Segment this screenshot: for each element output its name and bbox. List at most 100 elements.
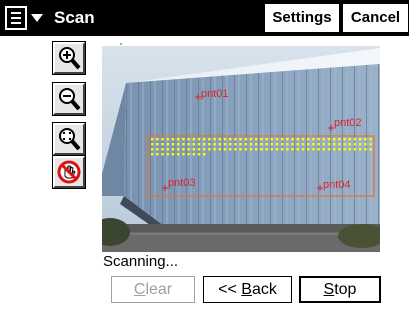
scan-dot	[239, 143, 242, 146]
scan-dot	[244, 138, 247, 141]
scan-dot	[343, 148, 346, 151]
scan-dot	[348, 143, 351, 146]
scan-dot	[265, 138, 268, 141]
scan-dot	[156, 143, 159, 146]
scan-dot	[333, 148, 336, 151]
scan-dot	[223, 138, 227, 141]
scan-dot	[192, 143, 195, 146]
scan-dot	[327, 138, 331, 141]
scan-dot	[244, 148, 247, 151]
scan-dot	[208, 138, 211, 141]
scan-dot	[317, 148, 320, 151]
scan-dot	[182, 153, 185, 156]
scan-dot	[249, 148, 253, 151]
scan-dot	[166, 143, 169, 146]
scan-dot	[301, 143, 305, 146]
cancel-button[interactable]: Cancel	[342, 3, 409, 33]
scan-dot	[296, 138, 299, 141]
scan-dot	[192, 138, 195, 141]
scan-dot	[244, 143, 247, 146]
scan-dot	[213, 148, 216, 151]
zoom-out-icon	[59, 88, 81, 111]
scan-dot	[187, 148, 190, 151]
back-button[interactable]: << Back	[203, 276, 292, 303]
scan-dot	[369, 138, 372, 141]
scan-dot	[218, 148, 221, 151]
scan-dot	[296, 143, 299, 146]
reference-point-pnt04[interactable]: pnt04	[317, 179, 351, 191]
scan-dot	[213, 143, 216, 146]
svg-text:pnt04: pnt04	[323, 179, 351, 191]
scan-dot	[333, 143, 336, 146]
scan-dot	[291, 138, 294, 141]
scan-dot	[166, 138, 169, 141]
scan-dot	[151, 148, 154, 151]
scan-status-text: Scanning...	[103, 253, 179, 270]
zoom-in-icon	[59, 47, 81, 70]
scan-dot	[307, 143, 310, 146]
scan-dot	[161, 153, 164, 156]
pan-button[interactable]	[52, 155, 86, 189]
scan-dot	[291, 148, 294, 151]
scan-dot	[275, 143, 279, 146]
scan-image-view[interactable]: pnt01 pnt02 pnt03 pnt04	[102, 46, 380, 252]
scan-dot	[312, 148, 315, 151]
scan-dot	[338, 148, 341, 151]
scan-dot	[177, 143, 180, 146]
reference-point-pnt01[interactable]: pnt01	[195, 88, 229, 100]
scan-dot	[187, 138, 190, 141]
scan-dot	[151, 138, 154, 141]
scan-dot	[338, 143, 341, 146]
clear-button[interactable]: Clear	[111, 276, 195, 303]
scan-dot	[192, 148, 195, 151]
pan-disabled-icon	[57, 160, 81, 184]
scan-dot	[166, 148, 169, 151]
title-bar: Scan Settings Cancel	[0, 0, 409, 36]
scan-dot	[249, 138, 253, 141]
scan-dot	[281, 138, 284, 141]
scan-dot	[286, 138, 289, 141]
scan-dot	[317, 143, 320, 146]
scan-dot	[322, 148, 325, 151]
scan-dot	[182, 138, 185, 141]
settings-button[interactable]: Settings	[264, 3, 340, 33]
scan-dot	[177, 148, 180, 151]
scan-dot	[270, 148, 273, 151]
scan-dot	[343, 138, 346, 141]
scan-dot	[187, 143, 190, 146]
scan-dot	[197, 138, 201, 141]
stop-button[interactable]: Stop	[299, 276, 381, 303]
scan-dot	[197, 153, 201, 156]
scan-dot	[275, 148, 279, 151]
scan-dot	[156, 148, 159, 151]
scan-dot	[218, 138, 221, 141]
scan-dot	[312, 138, 315, 141]
scan-dot	[312, 143, 315, 146]
zoom-extents-icon	[59, 128, 81, 151]
zoom-in-button[interactable]	[52, 41, 86, 75]
scan-dot	[343, 143, 346, 146]
scan-dot	[203, 143, 206, 146]
scan-dot	[307, 138, 310, 141]
scan-dot	[151, 143, 154, 146]
scan-dot	[156, 153, 159, 156]
zoom-extents-button[interactable]	[52, 122, 86, 156]
scan-dot	[203, 148, 206, 151]
scan-dot	[353, 143, 357, 146]
scan-dot	[223, 143, 227, 146]
scan-dot	[364, 138, 367, 141]
scan-dot	[353, 148, 357, 151]
scan-dot	[255, 143, 258, 146]
reference-point-pnt02[interactable]: pnt02	[328, 117, 362, 131]
scan-dot	[270, 138, 273, 141]
scan-dot	[171, 148, 175, 151]
start-menu-icon[interactable]	[4, 5, 50, 31]
zoom-out-button[interactable]	[52, 82, 86, 116]
scan-dot	[348, 138, 351, 141]
scan-dot	[156, 138, 159, 141]
scan-dot	[166, 153, 169, 156]
reference-point-pnt03[interactable]: pnt03	[162, 177, 196, 191]
scan-dot	[270, 143, 273, 146]
scan-dot	[239, 148, 242, 151]
svg-text:pnt03: pnt03	[168, 177, 196, 189]
